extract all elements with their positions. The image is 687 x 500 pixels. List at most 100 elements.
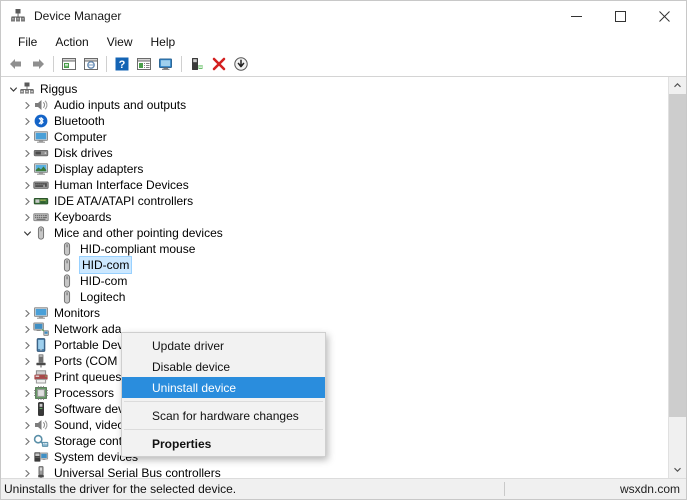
context-menu-item-scan-for-hardware-changes[interactable]: Scan for hardware changes xyxy=(122,405,325,426)
speaker-icon xyxy=(33,417,49,433)
tree-node[interactable]: HID-com xyxy=(1,256,668,274)
tree-node-toggle[interactable] xyxy=(21,417,33,433)
usb-icon xyxy=(38,466,44,478)
tree-node-toggle[interactable] xyxy=(21,177,33,193)
help-button[interactable]: ? xyxy=(111,53,133,75)
tree-node-toggle[interactable] xyxy=(21,401,33,417)
tree-node[interactable]: Software devices xyxy=(1,401,668,417)
tree-node[interactable]: Audio inputs and outputs xyxy=(1,97,668,113)
tree-node[interactable]: System devices xyxy=(1,449,668,465)
tree-node[interactable]: Human Interface Devices xyxy=(1,177,668,193)
show-hidden-devices-button[interactable] xyxy=(133,53,155,75)
vertical-scrollbar[interactable] xyxy=(668,77,686,478)
tree-node-toggle[interactable] xyxy=(21,385,33,401)
tree-node-toggle[interactable] xyxy=(21,321,33,337)
tree-node-label: Monitors xyxy=(54,306,101,320)
speaker-icon xyxy=(35,100,48,110)
tree-node-toggle[interactable] xyxy=(21,209,33,225)
watermark: wsxdn.com xyxy=(619,482,680,496)
tree-node[interactable]: Logitech xyxy=(1,289,668,305)
tree-node-toggle[interactable] xyxy=(21,353,33,369)
tree-node[interactable]: Bluetooth xyxy=(1,113,668,129)
tree-node[interactable]: HID-compliant mouse xyxy=(1,241,668,257)
computer-root-icon xyxy=(19,81,35,97)
window-controls xyxy=(554,1,686,31)
maximize-button[interactable] xyxy=(598,1,642,31)
menu-action[interactable]: Action xyxy=(46,33,97,51)
monitor-blue-icon xyxy=(34,307,48,319)
tree-node-toggle[interactable] xyxy=(21,305,33,321)
tree-node[interactable]: Mice and other pointing devices xyxy=(1,225,668,241)
tree-node[interactable]: Disk drives xyxy=(1,145,668,161)
scan-hardware-icon xyxy=(192,58,203,70)
close-button[interactable] xyxy=(642,1,686,31)
menu-file[interactable]: File xyxy=(9,33,46,51)
tree-node-toggle[interactable] xyxy=(21,97,33,113)
tree-node[interactable]: Sound, video and game controllers xyxy=(1,417,668,433)
properties-button[interactable] xyxy=(58,53,80,75)
chevron-right-icon xyxy=(24,373,30,381)
tree-node[interactable]: Riggus xyxy=(1,81,668,97)
tree-node-toggle[interactable] xyxy=(21,113,33,129)
tree-node-toggle[interactable] xyxy=(21,433,33,449)
forward-button[interactable] xyxy=(27,53,49,75)
tree-node-toggle[interactable] xyxy=(21,145,33,161)
tree-node[interactable]: Keyboards xyxy=(1,209,668,225)
tree-node-toggle[interactable] xyxy=(21,465,33,478)
tree-node-label: Computer xyxy=(54,130,107,144)
device-tree[interactable]: Riggus Audio inputs and outputs Bluetooth C… xyxy=(1,77,668,478)
scroll-up-button[interactable] xyxy=(669,77,686,94)
tree-node-toggle[interactable] xyxy=(7,81,19,97)
scan-view-button[interactable] xyxy=(155,53,177,75)
context-menu-item-update-driver[interactable]: Update driver xyxy=(122,335,325,356)
monitor-icon xyxy=(159,58,172,70)
computer-root-icon xyxy=(20,82,34,94)
tree-node[interactable]: Storage controllers xyxy=(1,433,668,449)
menu-help[interactable]: Help xyxy=(142,33,185,51)
update-device-button[interactable] xyxy=(230,53,252,75)
scrollbar-thumb[interactable] xyxy=(669,94,686,417)
tree-node-label: Bluetooth xyxy=(54,114,105,128)
tree-node[interactable]: Monitors xyxy=(1,305,668,321)
window-title: Device Manager xyxy=(34,9,122,23)
tree-node[interactable]: Ports (COM & xyxy=(1,353,668,369)
tree-node-toggle[interactable] xyxy=(21,337,33,353)
uninstall-device-button[interactable] xyxy=(208,53,230,75)
scan-hardware-changes-button[interactable] xyxy=(186,53,208,75)
system-device-icon xyxy=(34,452,49,462)
chevron-down-icon xyxy=(674,467,681,472)
tree-node[interactable]: Display adapters xyxy=(1,161,668,177)
back-button[interactable] xyxy=(5,53,27,75)
tree-node-toggle[interactable] xyxy=(21,449,33,465)
chevron-right-icon xyxy=(24,101,30,109)
update-driver-button[interactable] xyxy=(80,53,102,75)
red-x-icon xyxy=(212,57,226,71)
context-menu-item-disable-device[interactable]: Disable device xyxy=(122,356,325,377)
tree-node[interactable]: Network ada xyxy=(1,321,668,337)
tree-node-toggle[interactable] xyxy=(21,161,33,177)
tree-node-toggle[interactable] xyxy=(21,129,33,145)
tree-node-toggle[interactable] xyxy=(21,225,33,241)
hid-icon xyxy=(33,181,49,189)
scroll-down-button[interactable] xyxy=(669,461,686,478)
tree-node[interactable]: Portable Dev xyxy=(1,337,668,353)
tree-node[interactable]: HID-com xyxy=(1,273,668,289)
menu-view[interactable]: View xyxy=(98,33,142,51)
tree-node-label: Keyboards xyxy=(54,210,112,224)
tree-node-label: HID-com xyxy=(80,274,128,288)
tree-node[interactable]: Print queues xyxy=(1,369,668,385)
bluetooth-icon xyxy=(33,113,49,129)
context-menu-item-properties[interactable]: Properties xyxy=(122,433,325,454)
tree-node[interactable]: Universal Serial Bus controllers xyxy=(1,465,668,478)
tree-node[interactable]: Processors xyxy=(1,385,668,401)
context-menu-item-uninstall-device[interactable]: Uninstall device xyxy=(122,377,325,398)
minimize-button[interactable] xyxy=(554,1,598,31)
device-manager-window: Device Manager File Action View Help ? R… xyxy=(0,0,687,500)
scrollbar-track[interactable] xyxy=(669,94,686,461)
tree-node[interactable]: Computer xyxy=(1,129,668,145)
chevron-right-icon xyxy=(24,197,30,205)
tree-node-toggle[interactable] xyxy=(21,369,33,385)
chevron-right-icon xyxy=(24,325,30,333)
tree-node[interactable]: IDE ATA/ATAPI controllers xyxy=(1,193,668,209)
tree-node-toggle[interactable] xyxy=(21,193,33,209)
